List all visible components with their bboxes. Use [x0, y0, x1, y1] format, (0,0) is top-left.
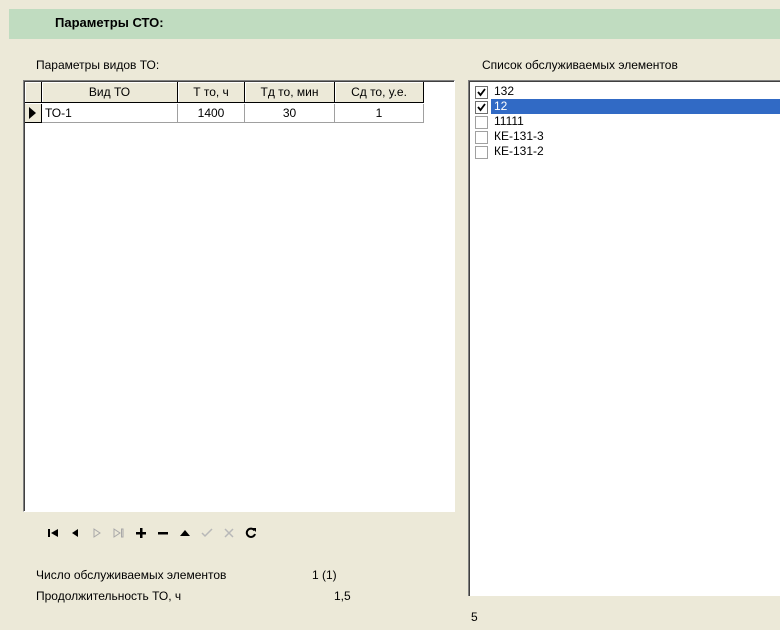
column-header-vid-to[interactable]: Вид ТО — [42, 82, 178, 103]
checklist-footer-value: 5 — [471, 610, 478, 624]
column-header-sd-to[interactable]: Сд то, у.е. — [335, 82, 424, 103]
prior-button[interactable] — [64, 522, 86, 544]
checkmark-icon — [477, 103, 486, 112]
next-icon — [93, 528, 101, 538]
cell-vid-to[interactable]: ТО-1 — [42, 104, 178, 123]
list-item[interactable]: 11111 — [471, 114, 780, 129]
list-item-label: 132 — [494, 84, 515, 98]
column-header-t-to[interactable]: Т то, ч — [178, 82, 245, 103]
post-button[interactable] — [196, 522, 218, 544]
refresh-button[interactable] — [240, 522, 262, 544]
delete-button[interactable] — [152, 522, 174, 544]
elements-checklist[interactable]: 132 12 11111 КЕ-131-3 КЕ-131-2 — [468, 80, 780, 596]
refresh-icon — [245, 527, 256, 538]
insert-button[interactable] — [130, 522, 152, 544]
insert-icon — [136, 528, 146, 538]
last-icon — [113, 528, 124, 538]
checkbox[interactable] — [475, 116, 488, 129]
list-item-label: 12 — [494, 99, 508, 113]
list-item[interactable]: КЕ-131-3 — [471, 129, 780, 144]
current-row-indicator-icon — [25, 104, 42, 123]
cell-sd-to[interactable]: 1 — [335, 104, 424, 123]
edit-icon — [180, 530, 190, 536]
cancel-button[interactable] — [218, 522, 240, 544]
next-button[interactable] — [86, 522, 108, 544]
delete-icon — [158, 532, 168, 535]
list-item[interactable]: 132 — [471, 84, 780, 99]
elements-count-label: Число обслуживаемых элементов — [36, 568, 227, 582]
list-item[interactable]: КЕ-131-2 — [471, 144, 780, 159]
elements-count-value: 1 (1) — [312, 568, 337, 582]
post-icon — [201, 528, 213, 538]
checkmark-icon — [477, 88, 486, 97]
cell-t-to[interactable]: 1400 — [178, 104, 245, 123]
prior-icon — [72, 529, 78, 537]
to-params-grid[interactable]: Вид ТО Т то, ч Тд то, мин Сд то, у.е. ТО… — [23, 80, 455, 512]
section-label-to-params: Параметры видов ТО: — [36, 58, 160, 72]
grid-indicator-header — [25, 82, 42, 103]
edit-button[interactable] — [174, 522, 196, 544]
list-item-label: КЕ-131-3 — [494, 129, 544, 143]
list-item-label: 11111 — [494, 114, 524, 128]
first-button[interactable] — [42, 522, 64, 544]
selection-highlight — [491, 99, 780, 114]
checkbox[interactable] — [475, 86, 488, 99]
checkbox[interactable] — [475, 131, 488, 144]
section-label-elements-list: Список обслуживаемых элементов — [482, 58, 678, 72]
checkbox[interactable] — [475, 101, 488, 114]
last-button[interactable] — [108, 522, 130, 544]
page-title: Параметры СТО: — [55, 15, 164, 30]
list-item-selected[interactable]: 12 — [471, 99, 780, 114]
column-header-td-to[interactable]: Тд то, мин — [245, 82, 335, 103]
cell-td-to[interactable]: 30 — [245, 104, 335, 123]
first-icon — [48, 529, 58, 537]
checkbox[interactable] — [475, 146, 488, 159]
cancel-icon — [224, 528, 234, 538]
list-item-label: КЕ-131-2 — [494, 144, 544, 158]
duration-value: 1,5 — [334, 589, 351, 603]
duration-label: Продолжительность ТО, ч — [36, 589, 182, 603]
